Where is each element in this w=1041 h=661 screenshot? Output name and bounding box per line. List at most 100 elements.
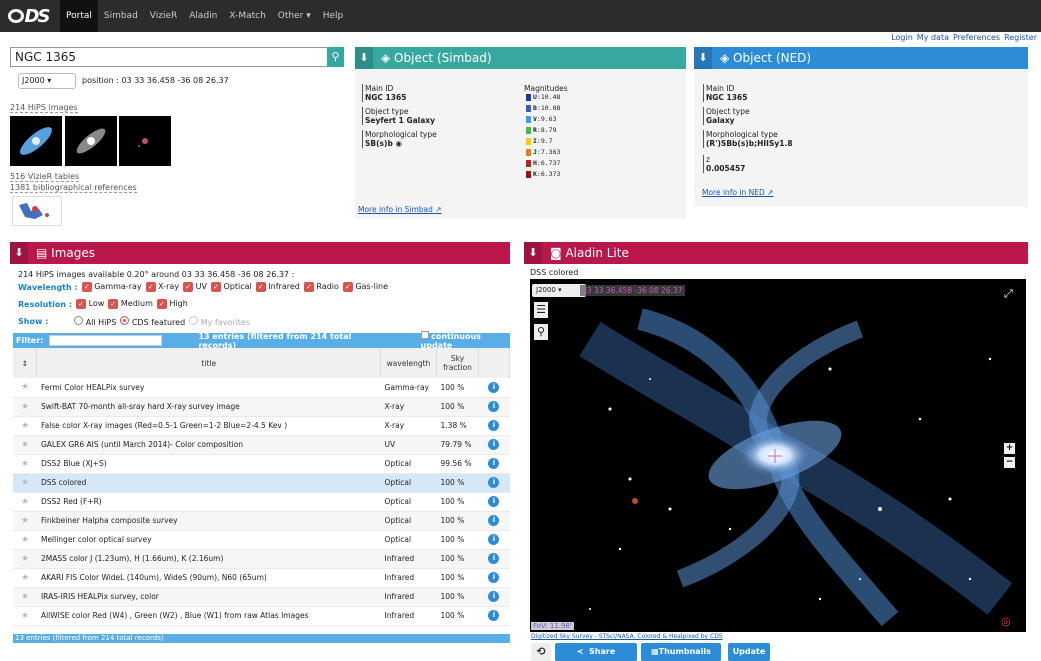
wavelength-infrared-checkbox[interactable]: ✓ Infrared	[255, 282, 300, 292]
nav-simbad[interactable]: Simbad	[98, 0, 144, 32]
col-sky-header[interactable]: Sky fraction	[436, 348, 479, 378]
table-row[interactable]: ★ DSS colored Optical 100 % i	[13, 473, 510, 493]
col-title-header[interactable]: title	[36, 348, 382, 378]
filter-input[interactable]	[49, 335, 163, 346]
info-icon[interactable]: i	[488, 572, 500, 583]
nav-portal[interactable]: Portal	[60, 0, 98, 32]
preferences-link[interactable]: Preferences	[953, 33, 1000, 42]
cds-logo[interactable]: DS	[4, 4, 52, 28]
hips-count-link[interactable]: 214 HiPS images	[10, 103, 78, 113]
info-icon[interactable]: i	[488, 553, 500, 564]
info-icon[interactable]: i	[488, 496, 500, 507]
collapse-arrow-icon[interactable]: ⬇	[10, 242, 28, 264]
info-icon[interactable]: i	[488, 534, 500, 545]
info-icon[interactable]: i	[488, 591, 500, 602]
register-link[interactable]: Register	[1004, 33, 1037, 42]
info-icon[interactable]: i	[488, 439, 500, 450]
info-icon[interactable]: i	[488, 458, 500, 469]
table-row[interactable]: ★ GALEX GR6 AIS (until March 2014)- Color…	[13, 435, 510, 455]
table-row[interactable]: ★ False color X-ray images (Red=0.5-1 Gre…	[13, 416, 510, 436]
mydata-link[interactable]: My data	[917, 33, 949, 42]
table-row[interactable]: ★ AKARI FIS Color WideL (140um), WideS (9…	[13, 568, 510, 588]
aladin-panel-header[interactable]: ⬇ ◙ Aladin Lite	[524, 242, 1028, 264]
info-icon[interactable]: i	[488, 477, 500, 488]
info-icon[interactable]: i	[488, 401, 500, 412]
update-button[interactable]: Update	[728, 643, 770, 661]
table-row[interactable]: ★ DSS2 Red (F+R) Optical 100 % i	[13, 492, 510, 512]
info-icon[interactable]: i	[488, 515, 500, 526]
star-icon[interactable]: ★	[13, 568, 37, 588]
nav-other[interactable]: Other ▾	[272, 0, 317, 32]
nav-help[interactable]: Help	[317, 0, 350, 32]
simbad-more-link[interactable]: More info in Simbad ↗	[358, 205, 442, 214]
table-row[interactable]: ★ Finkbeiner Halpha composite survey Optic…	[13, 511, 510, 531]
star-icon[interactable]: ★	[13, 549, 37, 569]
info-icon[interactable]: i	[488, 610, 500, 621]
star-icon[interactable]: ★	[13, 378, 37, 398]
ned-panel-header[interactable]: ⬇ ◈ Object (NED)	[694, 47, 1028, 69]
star-icon[interactable]: ★	[13, 473, 37, 493]
images-panel-header[interactable]: ⬇ ▤ Images	[10, 242, 510, 264]
table-row[interactable]: ★ DSS2 Blue (XJ+S) Optical 99.56 % i	[13, 454, 510, 474]
star-icon[interactable]: ★	[13, 530, 37, 550]
aladin-frame-select[interactable]: J2000 ▾	[532, 284, 586, 297]
table-row[interactable]: ★ Swift-BAT 70-month all-sray hard X-ray …	[13, 397, 510, 417]
resolution-medium-checkbox[interactable]: ✓ Medium	[108, 299, 153, 309]
wavelength-optical-checkbox[interactable]: ✓ Optical	[210, 282, 252, 292]
table-row[interactable]: ★ Fermi Color HEALPix survey Gamma-ray 100 …	[13, 378, 510, 398]
resolution-high-checkbox[interactable]: ✓ High	[156, 299, 188, 309]
resolution-low-checkbox[interactable]: ✓ Low	[76, 299, 104, 309]
ned-more-link[interactable]: More info in NED ↗	[702, 188, 773, 197]
frame-select[interactable]: J2000 ▾	[18, 73, 76, 89]
layers-icon[interactable]: ☰	[534, 302, 548, 318]
reset-view-button[interactable]: ⟲	[531, 643, 551, 661]
zoom-out-button[interactable]: −	[1004, 457, 1015, 468]
wavelength-radio-checkbox[interactable]: ✓ Radio	[303, 282, 339, 292]
star-icon[interactable]: ★	[13, 606, 37, 626]
wavelength-uv-checkbox[interactable]: ✓ UV	[183, 282, 207, 292]
hips-thumbnail-2[interactable]	[65, 116, 117, 166]
star-icon[interactable]: ★	[13, 454, 37, 474]
star-icon[interactable]: ★	[13, 511, 37, 531]
hips-thumbnail-3[interactable]	[119, 116, 171, 166]
simbad-panel-header[interactable]: ⬇ ◈ Object (Simbad)	[355, 47, 686, 69]
table-row[interactable]: ★ IRAS-IRIS HEALPix survey, color Infrared…	[13, 587, 510, 607]
show-all-radio[interactable]: All HiPS	[74, 316, 116, 327]
collapse-arrow-icon[interactable]: ⬇	[355, 47, 373, 69]
search-input[interactable]: NGC 1365	[10, 47, 341, 67]
sort-icon[interactable]: ⇕	[13, 348, 38, 378]
wavelength-xray-checkbox[interactable]: ✓ X-ray	[145, 282, 179, 292]
info-icon[interactable]: i	[488, 420, 500, 431]
star-icon[interactable]: ★	[13, 492, 37, 512]
login-link[interactable]: Login	[891, 33, 913, 42]
col-wavelength-header[interactable]: wavelength	[380, 348, 438, 378]
table-row[interactable]: ★ Mellinger color optical survey Optical 10…	[13, 530, 510, 550]
collapse-arrow-icon[interactable]: ⬇	[694, 47, 712, 69]
survey-credit-link[interactable]: Digitized Sky Survey - STScI/NASA. Color…	[531, 633, 723, 640]
search-icon[interactable]: ⚲	[534, 324, 548, 340]
biblio-link[interactable]: 1381 bibliographical references	[10, 183, 137, 193]
wavelength-gasline-checkbox[interactable]: ✓ Gas-line	[342, 282, 388, 292]
show-featured-radio[interactable]: CDS featured	[120, 316, 185, 327]
star-icon[interactable]: ★	[13, 416, 37, 436]
nav-xmatch[interactable]: X-Match	[223, 0, 271, 32]
collapse-arrow-icon[interactable]: ⬇	[524, 242, 542, 264]
nav-vizier[interactable]: VizieR	[144, 0, 183, 32]
sky-coverage-map[interactable]	[12, 196, 62, 226]
hips-thumbnail-1[interactable]	[10, 116, 62, 166]
table-row[interactable]: ★ 2MASS color J (1.23um), H (1.66um), K (…	[13, 549, 510, 569]
star-icon[interactable]: ★	[13, 397, 37, 417]
star-icon[interactable]: ★	[13, 587, 37, 607]
table-row[interactable]: ★ AllWISE color Red (W4) , Green (W2) , B…	[13, 606, 510, 626]
info-icon[interactable]: i	[488, 381, 500, 393]
nav-aladin[interactable]: Aladin	[183, 0, 223, 32]
aladin-sky-view[interactable]	[530, 279, 1026, 632]
fullscreen-icon[interactable]: ⤢	[1004, 287, 1013, 301]
wavelength-gamma-checkbox[interactable]: ✓ Gamma-ray	[81, 282, 142, 292]
zoom-in-button[interactable]: +	[1004, 443, 1015, 454]
show-favorites-radio[interactable]: My favorites	[189, 316, 250, 327]
share-button[interactable]: ≺ Share	[555, 643, 637, 661]
star-icon[interactable]: ★	[13, 435, 37, 455]
vizier-tables-link[interactable]: 516 VizieR tables	[10, 172, 80, 182]
thumbnails-button[interactable]: ▦Thumbnails	[641, 643, 721, 661]
